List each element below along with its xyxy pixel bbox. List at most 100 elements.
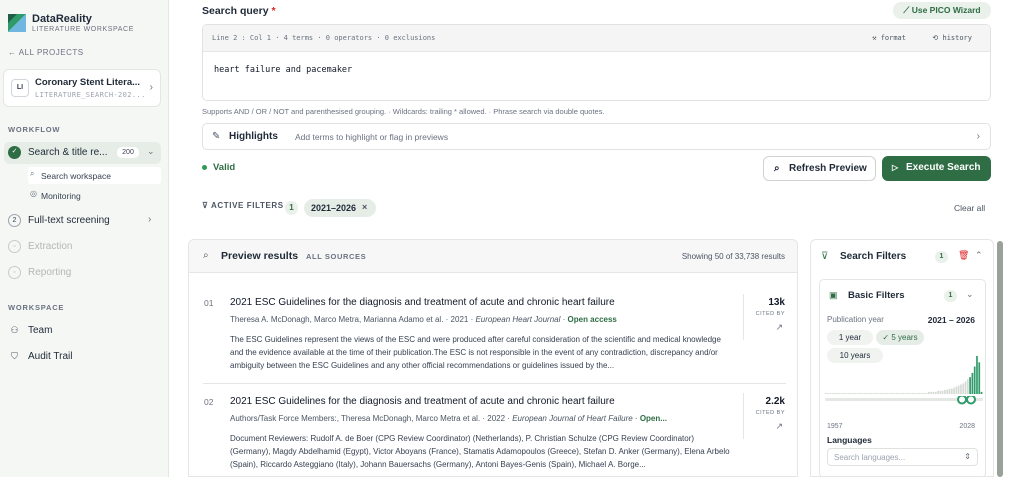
languages-select[interactable]: Search languages... ⇕ <box>827 448 978 466</box>
external-link-icon[interactable]: ↗ <box>775 322 783 333</box>
slider-handle-min <box>957 396 967 405</box>
format-button[interactable]: ⚒ format <box>872 34 906 42</box>
workspace-section-label: WORKSPACE <box>8 303 65 312</box>
results-source: ALL SOURCES <box>306 252 367 261</box>
project-card[interactable]: LI Coronary Stent Litera... LITERATURE_S… <box>3 69 161 107</box>
histogram-bar <box>870 392 873 394</box>
result-meta: Authors/Task Force Members:, Theresa McD… <box>230 414 667 423</box>
histogram-bar <box>928 391 930 394</box>
sidebar-item-extraction[interactable]: ▫ Extraction <box>4 236 161 258</box>
select-arrows-icon: ⇕ <box>964 452 971 461</box>
pico-wizard-button[interactable]: ⟋ Use PICO Wizard <box>893 2 991 19</box>
sidebar-item-label: Reporting <box>28 267 72 278</box>
sidebar-sub-search-workspace[interactable]: ⌕ Search workspace <box>28 167 161 184</box>
trash-icon[interactable]: 🗑 <box>958 250 969 261</box>
histogram-bar <box>960 384 962 394</box>
highlights-row[interactable]: ✎ Highlights Add terms to highlight or f… <box>202 123 991 150</box>
histogram-bar <box>978 362 981 394</box>
open-access-badge: Open... <box>639 414 667 423</box>
histogram-bar <box>964 381 967 394</box>
histogram-bar <box>918 392 921 394</box>
arrow-left-icon: ← <box>8 48 17 57</box>
histogram-bar <box>900 392 903 394</box>
sidebar-item-audit[interactable]: ⛉ Audit Trail <box>4 346 161 368</box>
histogram-bar <box>939 390 942 394</box>
sidebar-item-fulltext[interactable]: 2 Full-text screening › <box>4 210 161 232</box>
close-icon[interactable]: × <box>362 202 367 212</box>
result-title[interactable]: 2021 ESC Guidelines for the diagnosis an… <box>230 297 615 308</box>
required-mark: * <box>271 5 276 17</box>
languages-label: Languages <box>827 435 872 445</box>
citation-block: 13k CITED BY ↗ <box>743 294 785 340</box>
preset-1-year[interactable]: 1 year <box>827 330 873 345</box>
shield-icon: ⛉ <box>11 351 18 361</box>
open-access-badge: Open access <box>567 315 617 324</box>
refresh-preview-button[interactable]: ⌕ Refresh Preview <box>763 156 876 181</box>
sub-item-label: Monitoring <box>41 191 81 201</box>
year-range-slider[interactable] <box>825 396 983 412</box>
query-editor[interactable]: Line 2 : Col 1 · 4 terms · 0 operators ·… <box>202 24 991 101</box>
search-icon: ⌕ <box>203 250 209 261</box>
preset-5-years[interactable]: ✓ 5 years <box>876 330 924 345</box>
execute-search-button[interactable]: ▷ Execute Search <box>882 156 991 181</box>
chevron-up-icon[interactable]: ⌃ <box>975 250 983 261</box>
histogram-bar <box>857 392 859 394</box>
histogram-bar <box>847 392 850 394</box>
histogram-bar <box>953 387 955 394</box>
search-filters-panel: ⊽ Search Filters 1 🗑 ⌃ ▣ Basic Filters 1… <box>810 239 994 477</box>
histogram-bar <box>932 391 935 394</box>
histogram-bar <box>948 388 951 394</box>
sidebar-item-search[interactable]: ✓ Search & title re... 200 ⌄ <box>4 142 161 164</box>
result-authors: Authors/Task Force Members:, Theresa McD… <box>230 414 481 423</box>
sidebar-item-reporting[interactable]: ▫ Reporting <box>4 262 161 284</box>
external-link-icon[interactable]: ↗ <box>775 421 783 432</box>
calendar-icon: ▣ <box>829 290 838 300</box>
result-journal: European Journal of Heart Failure <box>512 414 633 423</box>
scrollbar[interactable] <box>997 241 1003 477</box>
chevron-down-icon[interactable]: ⌄ <box>966 289 974 300</box>
users-icon: ⚇ <box>10 325 19 335</box>
results-header: ⌕ Preview results ALL SOURCES Showing 50… <box>189 240 797 273</box>
result-title[interactable]: 2021 ESC Guidelines for the diagnosis an… <box>230 396 615 407</box>
refresh-preview-label: Refresh Preview <box>789 163 867 174</box>
play-icon: ▷ <box>892 163 899 172</box>
chevron-right-icon: › <box>148 214 152 225</box>
filters-count: 1 <box>935 251 948 263</box>
histogram-bar <box>868 392 871 394</box>
histogram-bar <box>893 392 896 394</box>
filter-chip-year[interactable]: 2021–2026 × <box>304 199 376 217</box>
format-icon: ⚒ <box>872 34 877 42</box>
histogram-bar <box>827 392 829 394</box>
publication-year-range: 2021 – 2026 <box>927 315 975 325</box>
result-authors: Theresa A. McDonagh, Marco Metra, Marian… <box>230 315 444 324</box>
histogram-bar <box>934 391 937 394</box>
histogram-bar <box>969 377 971 394</box>
sidebar-item-label: Team <box>28 325 53 336</box>
filter-icon: ⊽ <box>202 201 209 210</box>
histogram-bar <box>898 392 900 394</box>
main-content: Search query * ⟋ Use PICO Wizard Line 2 … <box>188 0 1006 477</box>
histogram-bar <box>850 392 852 394</box>
result-year: 2022 <box>487 414 506 423</box>
sidebar-item-label: Search & title re... <box>28 147 108 158</box>
sidebar-sub-monitoring[interactable]: ◎ Monitoring <box>28 187 161 204</box>
results-title: Preview results <box>221 250 299 262</box>
histogram-bar <box>944 389 946 394</box>
sidebar-item-team[interactable]: ⚇ Team <box>4 320 161 342</box>
clear-all-button[interactable]: Clear all <box>954 203 985 213</box>
highlights-title: Highlights <box>229 131 278 142</box>
histogram-bar <box>937 390 939 394</box>
active-filters-count: 1 <box>285 201 298 215</box>
histogram-bar <box>955 386 958 394</box>
search-query-label: Search query * <box>202 5 276 17</box>
filter-chip-label: 2021–2026 <box>311 203 357 213</box>
all-projects-link[interactable]: ← ALL PROJECTS <box>8 48 84 57</box>
result-number: 01 <box>204 298 214 308</box>
query-text[interactable]: heart failure and pacemaker <box>214 65 352 75</box>
results-count: Showing 50 of 33,738 results <box>681 252 785 261</box>
history-button[interactable]: ⟲ history <box>932 34 972 42</box>
filters-title: Search Filters <box>840 251 907 262</box>
histogram-bar <box>905 392 907 394</box>
histogram-bar <box>909 392 912 394</box>
histogram-bar <box>877 392 880 394</box>
